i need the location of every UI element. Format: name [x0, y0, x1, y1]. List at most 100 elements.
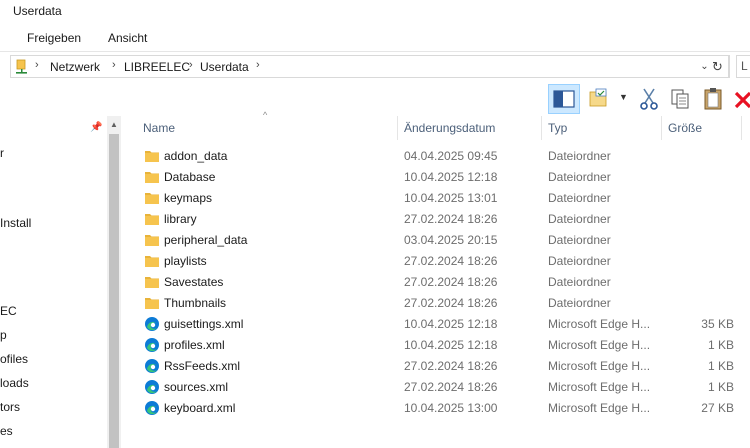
ribbon-tabs: Freigeben Ansicht	[0, 24, 750, 52]
search-placeholder: L	[741, 59, 748, 73]
search-input[interactable]: L	[736, 55, 750, 78]
column-divider[interactable]	[541, 116, 542, 140]
file-row[interactable]: Savestates 27.02.2024 18:26 Dateiordner	[121, 272, 750, 293]
file-row[interactable]: Database 10.04.2025 12:18 Dateiordner	[121, 167, 750, 188]
nav-item[interactable]: r	[0, 146, 4, 160]
chevron-right-icon[interactable]: ›	[189, 59, 193, 71]
column-divider[interactable]	[661, 116, 662, 140]
file-date: 10.04.2025 13:01	[404, 191, 498, 205]
tab-ansicht[interactable]: Ansicht	[108, 31, 147, 45]
file-type: Microsoft Edge H...	[548, 401, 651, 415]
file-row[interactable]: keymaps 10.04.2025 13:01 Dateiordner	[121, 188, 750, 209]
column-size[interactable]: Größe	[668, 121, 702, 135]
chevron-right-icon[interactable]: ›	[256, 59, 260, 71]
file-row[interactable]: keyboard.xml 10.04.2025 13:00 Microsoft Ed…	[121, 398, 750, 419]
nav-item[interactable]: p	[0, 328, 7, 342]
folder-icon	[144, 169, 160, 185]
file-date: 27.02.2024 18:26	[404, 212, 498, 226]
file-type: Dateiordner	[548, 296, 611, 310]
file-date: 27.02.2024 18:26	[404, 275, 498, 289]
file-name: addon_data	[164, 149, 228, 163]
properties-button[interactable]	[587, 84, 611, 114]
file-date: 10.04.2025 12:18	[404, 317, 498, 331]
window-title: Userdata	[13, 4, 62, 18]
file-date: 04.04.2025 09:45	[404, 149, 498, 163]
file-date: 27.02.2024 18:26	[404, 296, 498, 310]
address-bar[interactable]: › Netzwerk › LIBREELEC › Userdata › ⌄	[10, 55, 730, 78]
title-bar: Userdata	[0, 0, 750, 24]
column-name[interactable]: Name	[143, 121, 175, 135]
nav-scrollbar[interactable]: ▲	[107, 116, 121, 448]
file-row[interactable]: peripheral_data 03.04.2025 20:15 Dateiordn…	[121, 230, 750, 251]
paste-button[interactable]	[701, 84, 725, 114]
file-row[interactable]: library 27.02.2024 18:26 Dateiordner	[121, 209, 750, 230]
file-type: Dateiordner	[548, 233, 611, 247]
nav-item[interactable]: Install	[0, 216, 31, 230]
file-row[interactable]: sources.xml 27.02.2024 18:26 Microsoft Edg…	[121, 377, 750, 398]
file-type: Microsoft Edge H...	[548, 338, 651, 352]
breadcrumb-netzwerk[interactable]: Netzwerk	[50, 60, 100, 74]
file-size: 1 KB	[707, 380, 734, 394]
file-type: Microsoft Edge H...	[548, 380, 651, 394]
preview-pane-button[interactable]	[548, 84, 580, 114]
column-header-row: ^ Name Änderungsdatum Typ Größe	[121, 110, 750, 142]
folder-icon	[144, 211, 160, 227]
column-divider[interactable]	[741, 116, 742, 140]
scroll-up-icon[interactable]: ▲	[110, 120, 118, 129]
delete-button[interactable]	[733, 84, 750, 114]
file-row[interactable]: addon_data 04.04.2025 09:45 Dateiordner	[121, 146, 750, 167]
pin-icon[interactable]: 📌	[90, 122, 102, 133]
column-divider[interactable]	[397, 116, 398, 140]
file-row[interactable]: Thumbnails 27.02.2024 18:26 Dateiordner	[121, 293, 750, 314]
tab-freigeben[interactable]: Freigeben	[27, 31, 81, 45]
file-type: Dateiordner	[548, 275, 611, 289]
file-row[interactable]: playlists 27.02.2024 18:26 Dateiordner	[121, 251, 750, 272]
file-name: playlists	[164, 254, 207, 268]
copy-button[interactable]	[668, 84, 692, 114]
file-size: 1 KB	[707, 338, 734, 352]
file-row[interactable]: RssFeeds.xml 27.02.2024 18:26 Microsoft Ed…	[121, 356, 750, 377]
file-row[interactable]: profiles.xml 10.04.2025 12:18 Microsoft Ed…	[121, 335, 750, 356]
preview-pane-icon	[553, 90, 575, 108]
file-date: 27.02.2024 18:26	[404, 380, 498, 394]
nav-item[interactable]: tors	[0, 400, 20, 414]
file-size: 1 KB	[707, 359, 734, 373]
folder-icon	[144, 148, 160, 164]
delete-icon	[734, 91, 750, 109]
nav-item[interactable]: es	[0, 424, 13, 438]
file-name: keymaps	[164, 191, 213, 205]
file-date: 10.04.2025 13:00	[404, 401, 498, 415]
file-name: keyboard.xml	[164, 401, 236, 415]
file-type: Dateiordner	[548, 212, 611, 226]
properties-icon	[589, 88, 607, 107]
file-type: Microsoft Edge H...	[548, 317, 651, 331]
nav-item[interactable]: ofiles	[0, 352, 28, 366]
file-row[interactable]: guisettings.xml 10.04.2025 12:18 Microsoft…	[121, 314, 750, 335]
column-date[interactable]: Änderungsdatum	[404, 121, 495, 135]
cut-button[interactable]	[637, 84, 661, 114]
file-type: Dateiordner	[548, 149, 611, 163]
file-name: profiles.xml	[164, 338, 225, 352]
refresh-icon[interactable]: ↻	[707, 55, 729, 78]
nav-item[interactable]: EC	[0, 304, 17, 318]
breadcrumb-userdata[interactable]: Userdata	[200, 60, 249, 74]
edge-icon	[144, 358, 160, 374]
chevron-right-icon[interactable]: ›	[112, 59, 116, 71]
file-name: Database	[164, 170, 216, 184]
file-name: sources.xml	[164, 380, 229, 394]
nav-item[interactable]: loads	[0, 376, 29, 390]
file-size: 35 KB	[701, 317, 734, 331]
scrollbar-thumb[interactable]	[109, 134, 119, 448]
file-name: Savestates	[164, 275, 224, 289]
edge-icon	[144, 379, 160, 395]
chevron-right-icon[interactable]: ›	[35, 59, 39, 71]
edge-icon	[144, 400, 160, 416]
quick-toolbar: ▼	[0, 84, 750, 116]
breadcrumb-libreelec[interactable]: LIBREELEC	[124, 60, 190, 74]
file-type: Dateiordner	[548, 254, 611, 268]
folder-icon	[144, 295, 160, 311]
file-name: Thumbnails	[164, 296, 227, 310]
file-name: RssFeeds.xml	[164, 359, 241, 373]
column-type[interactable]: Typ	[548, 121, 567, 135]
navigation-pane: 📌 r Install EC p ofiles loads tors es	[0, 116, 107, 448]
